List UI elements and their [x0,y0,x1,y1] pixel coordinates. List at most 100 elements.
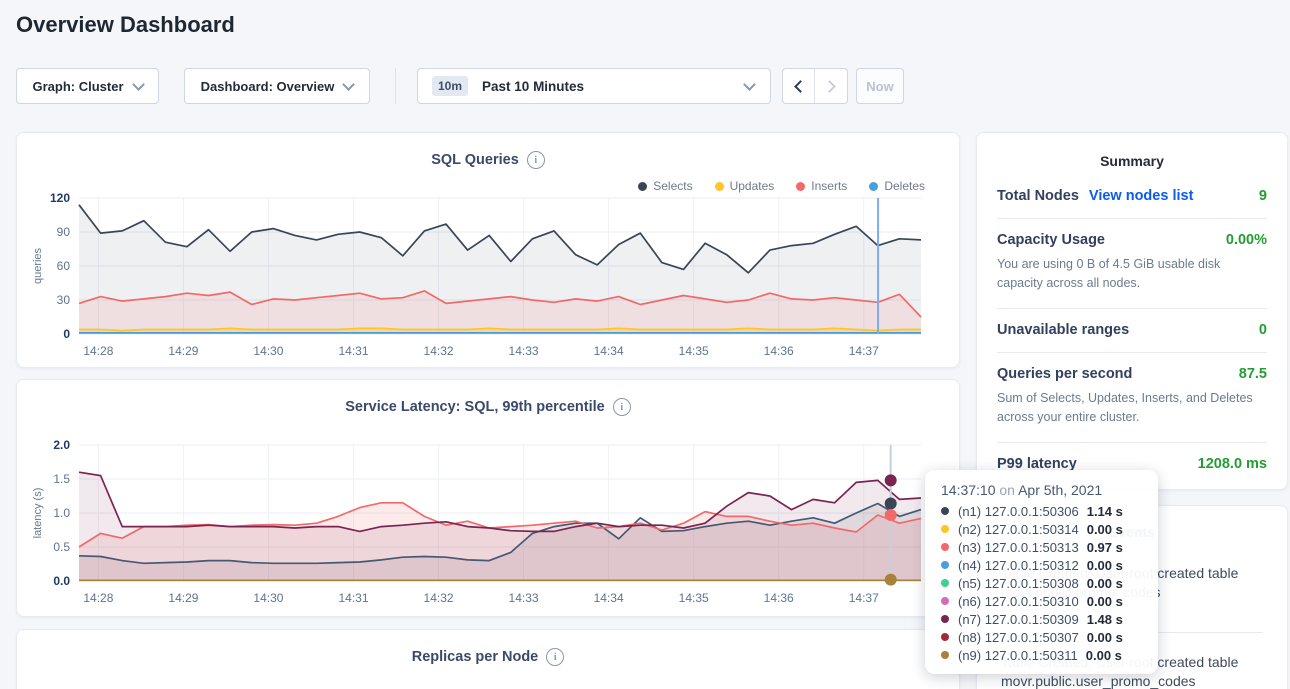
svg-text:14:33: 14:33 [509,591,539,605]
node-address: (n4) 127.0.0.1:50312 [958,558,1079,573]
svg-text:14:29: 14:29 [168,591,198,605]
svg-text:14:29: 14:29 [168,344,198,358]
tooltip-node-row: (n9) 127.0.0.1:503110.00 s [941,646,1142,664]
node-latency-value: 0.00 s [1087,576,1123,591]
unavailable-ranges-value: 0 [1259,322,1267,338]
svg-text:30: 30 [57,293,71,307]
graph-scope-dropdown[interactable]: Graph: Cluster [16,68,159,104]
total-nodes-value: 9 [1259,188,1267,204]
node-color-dot [941,651,949,659]
node-color-dot [941,507,949,515]
info-icon[interactable]: i [527,151,545,169]
view-nodes-list-link[interactable]: View nodes list [1089,188,1194,204]
unavailable-ranges-label: Unavailable ranges [997,322,1129,338]
node-color-dot [941,561,949,569]
tooltip-node-row: (n6) 127.0.0.1:503100.00 s [941,592,1142,610]
chart-hover-tooltip: 14:37:10 on Apr 5th, 2021 (n1) 127.0.0.1… [925,470,1158,674]
chevron-down-icon [743,78,756,91]
svg-text:14:31: 14:31 [338,591,368,605]
tooltip-on: on [999,482,1015,498]
svg-text:120: 120 [50,191,70,205]
svg-text:2.0: 2.0 [53,438,70,452]
node-address: (n2) 127.0.0.1:50314 [958,522,1079,537]
qps-value: 87.5 [1239,366,1267,382]
time-range-selector[interactable]: 10m Past 10 Minutes [417,68,771,104]
svg-text:14:33: 14:33 [509,344,539,358]
node-latency-value: 0.00 s [1086,648,1122,663]
tooltip-date: Apr 5th, 2021 [1018,482,1102,498]
node-address: (n5) 127.0.0.1:50308 [958,576,1079,591]
sql-queries-title: SQL Queries i [17,133,959,169]
svg-text:0.5: 0.5 [53,540,70,554]
now-button[interactable]: Now [856,68,904,104]
capacity-usage-desc: You are using 0 B of 4.5 GiB usable disk… [997,255,1267,294]
page-title: Overview Dashboard [16,12,235,38]
replicas-per-node-title: Replicas per Node i [17,630,959,666]
svg-text:14:34: 14:34 [594,591,624,605]
y-axis-unit-label: latency (s) [32,488,44,539]
capacity-usage-value: 0.00% [1226,232,1267,248]
prev-time-button[interactable] [783,69,815,103]
svg-text:14:32: 14:32 [424,591,454,605]
chevron-right-icon [823,80,836,93]
replicas-title-text: Replicas per Node [412,649,539,665]
svg-text:14:37: 14:37 [849,344,879,358]
service-latency-chart[interactable]: 14:28 14:29 14:30 14:31 14:32 14:33 14:34 14:35… [17,436,961,612]
summary-row-total-nodes: Total Nodes View nodes list 9 [997,175,1267,219]
replicas-per-node-card: Replicas per Node i [16,629,960,689]
chevron-left-icon [794,80,807,93]
hover-point-dot [885,574,897,586]
summary-card: Summary Total Nodes View nodes list 9 Ca… [976,132,1288,490]
now-button-label: Now [866,79,893,94]
dashboard-label: Dashboard: Overview [201,79,335,94]
service-latency-title: Service Latency: SQL, 99th percentile i [17,380,959,416]
node-color-dot [941,525,949,533]
tooltip-node-row: (n2) 127.0.0.1:50314 0.00 s [941,520,1142,538]
node-address: (n7) 127.0.0.1:50309 [958,612,1079,627]
dashboard-dropdown[interactable]: Dashboard: Overview [184,68,370,104]
svg-text:60: 60 [57,259,71,273]
graph-scope-label: Graph: Cluster [32,79,123,94]
svg-text:1.0: 1.0 [53,506,70,520]
node-color-dot [941,579,949,587]
sql-queries-chart[interactable]: 14:2814:2914:3014:3114:3214:3314:3414:35… [17,189,961,365]
node-color-dot [941,633,949,641]
node-address: (n1) 127.0.0.1:50306 [958,504,1079,519]
tooltip-node-row: (n5) 127.0.0.1:50308 0.00 s [941,574,1142,592]
next-time-button[interactable] [815,69,847,103]
tooltip-node-row: (n3) 127.0.0.1:50313 0.97 s [941,538,1142,556]
svg-text:0.0: 0.0 [53,574,70,588]
info-icon[interactable]: i [613,398,631,416]
node-latency-value: 0.00 s [1087,522,1123,537]
event-line: movr.public.user_promo_codes [1001,672,1263,689]
summary-row-capacity-usage: Capacity Usage 0.00% You are using 0 B o… [997,219,1267,309]
node-latency-value: 0.00 s [1087,630,1123,645]
sql-queries-card: SQL Queries i SelectsUpdatesInsertsDelet… [16,132,960,368]
tooltip-time: 14:37:10 [941,482,996,498]
node-address: (n3) 127.0.0.1:50313 [958,540,1079,555]
tooltip-node-row: (n8) 127.0.0.1:503070.00 s [941,628,1142,646]
svg-text:14:35: 14:35 [679,344,709,358]
time-range-badge: 10m [432,76,468,96]
tooltip-node-row: (n4) 127.0.0.1:503120.00 s [941,556,1142,574]
node-latency-value: 0.97 s [1087,540,1123,555]
svg-text:14:28: 14:28 [83,591,113,605]
summary-row-qps: Queries per second 87.5 Sum of Selects, … [997,353,1267,443]
svg-text:14:35: 14:35 [679,591,709,605]
svg-text:14:30: 14:30 [253,591,283,605]
hover-point-dot [885,509,897,521]
total-nodes-label: Total Nodes [997,188,1079,204]
svg-text:14:36: 14:36 [764,591,794,605]
toolbar-divider [395,68,396,104]
tooltip-node-rows: (n1) 127.0.0.1:503061.14 s(n2) 127.0.0.1… [941,502,1142,664]
hover-point-dot [885,474,897,486]
node-color-dot [941,615,949,623]
tooltip-node-row: (n7) 127.0.0.1:50309 1.48 s [941,610,1142,628]
node-latency-value: 1.48 s [1087,612,1123,627]
sql-queries-title-text: SQL Queries [431,152,519,168]
qps-label: Queries per second [997,366,1132,382]
summary-title: Summary [997,133,1267,175]
y-axis-unit-label: queries [32,247,44,284]
p99-latency-value: 1208.0 ms [1198,456,1267,472]
info-icon[interactable]: i [546,648,564,666]
